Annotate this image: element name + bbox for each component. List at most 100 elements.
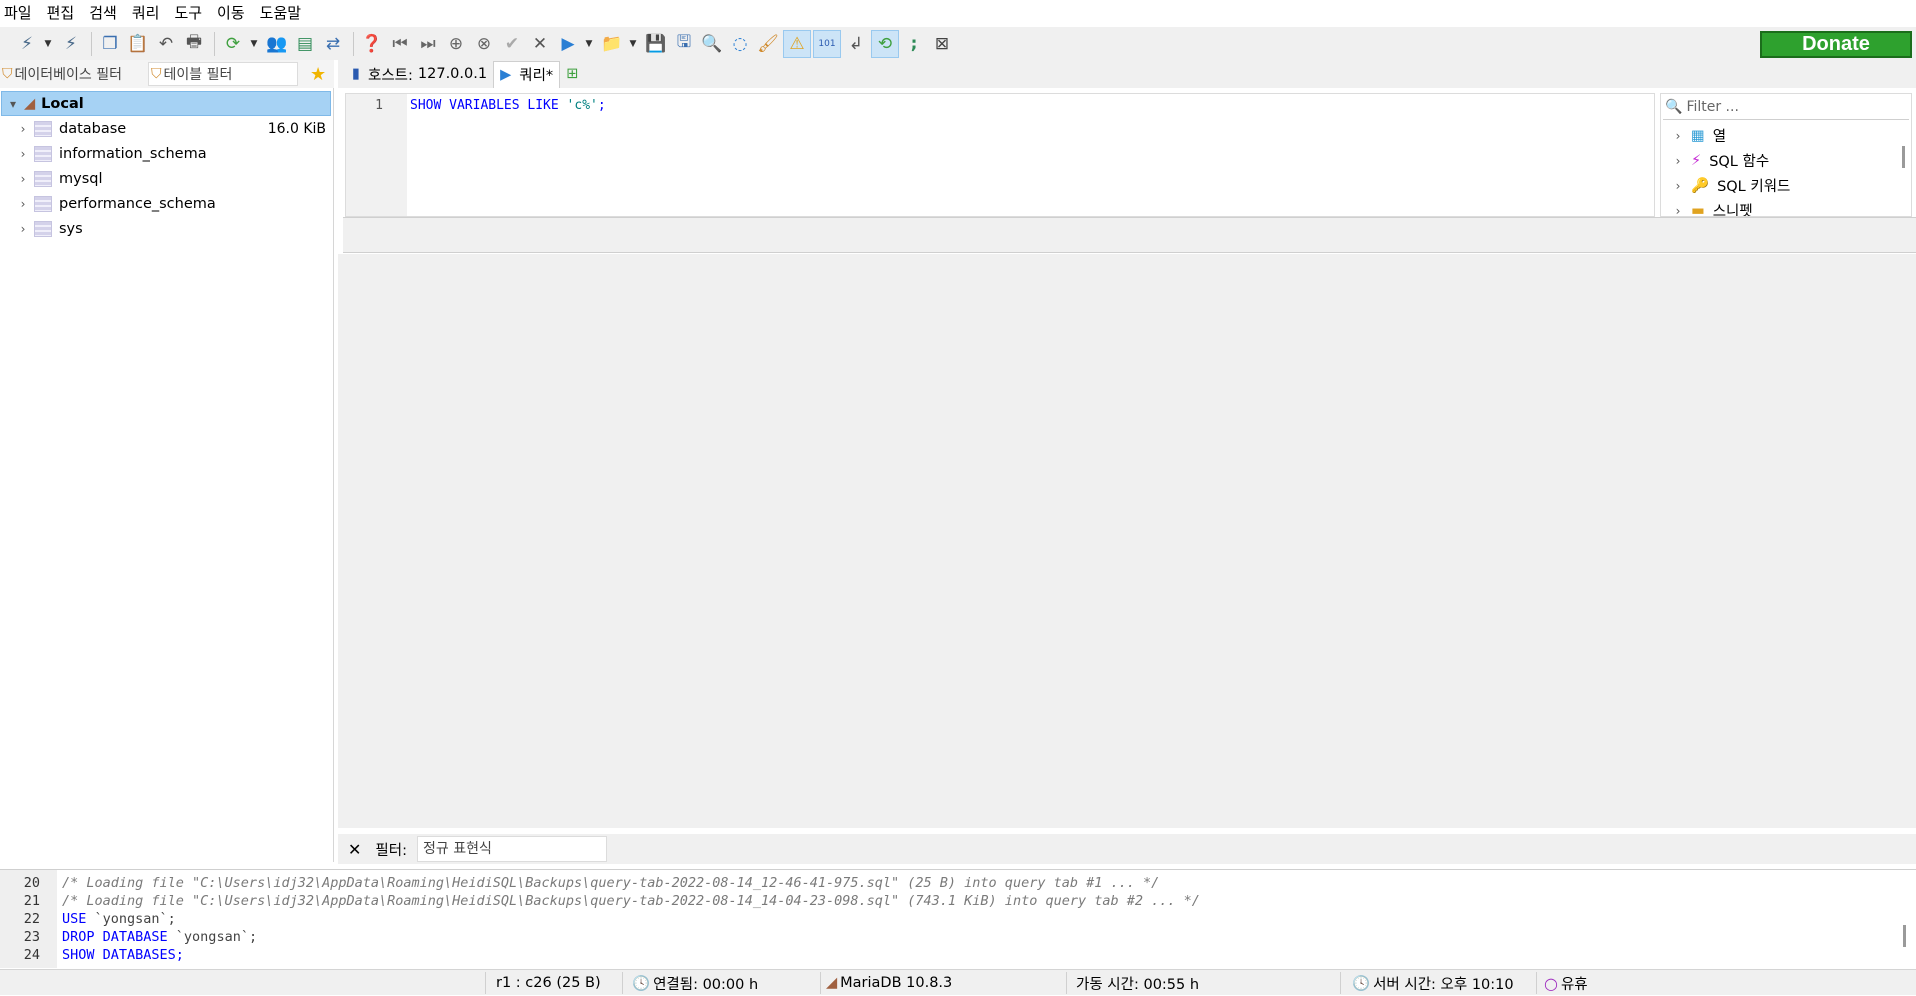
- chevron-right-icon[interactable]: ›: [1671, 204, 1685, 217]
- transfer-icon[interactable]: ⇄: [320, 31, 346, 57]
- tab-query[interactable]: ▶ 쿼리*: [493, 60, 561, 88]
- open-dropdown-icon[interactable]: ▼: [627, 31, 639, 57]
- tree-item-information-schema[interactable]: › information_schema: [0, 141, 334, 166]
- session-dropdown-icon[interactable]: ▼: [42, 31, 54, 57]
- status-separator: [622, 972, 623, 994]
- chevron-right-icon[interactable]: ›: [1671, 179, 1685, 193]
- insert-record-icon[interactable]: ⊕: [443, 31, 469, 57]
- log-keyword: USE: [62, 911, 87, 927]
- reformat-icon[interactable]: 🖌: [755, 31, 781, 57]
- chevron-right-icon[interactable]: ›: [14, 147, 32, 161]
- status-server-time-text: 서버 시간: 오후 10:10: [1373, 976, 1514, 993]
- menu-search[interactable]: 검색: [84, 0, 127, 27]
- menu-goto[interactable]: 이동: [212, 0, 255, 27]
- idle-circle-icon: ○: [1544, 973, 1558, 993]
- paste-icon[interactable]: 📋: [125, 31, 151, 57]
- helper-item-snippets[interactable]: › ▬ 스니펫: [1671, 198, 1753, 217]
- donate-button[interactable]: Donate: [1760, 31, 1912, 58]
- db-filter[interactable]: ⛉ 데이터베이스 필터: [0, 62, 148, 86]
- autorefresh-icon[interactable]: ⟲: [871, 29, 899, 58]
- wrap-icon[interactable]: ↲: [843, 31, 869, 57]
- function-icon: ⚡: [1691, 152, 1702, 169]
- refresh-icon[interactable]: ⟳: [220, 31, 246, 57]
- columns-icon: ▦: [1691, 127, 1705, 144]
- tree-item-database[interactable]: › database 16.0 KiB: [0, 116, 334, 141]
- chevron-down-icon[interactable]: ▾: [4, 97, 22, 111]
- post-record-icon[interactable]: ✔: [499, 31, 525, 57]
- last-record-icon[interactable]: ⏭: [415, 31, 441, 57]
- chevron-right-icon[interactable]: ›: [1671, 129, 1685, 143]
- export-icon[interactable]: ▤: [292, 31, 318, 57]
- helper-filter-input[interactable]: 🔍 Filter ...: [1663, 94, 1909, 120]
- status-separator: [485, 972, 486, 994]
- help-icon[interactable]: ❓: [359, 31, 385, 57]
- tree-item-mysql[interactable]: › mysql: [0, 166, 334, 191]
- run-query-icon[interactable]: ▶: [555, 31, 581, 57]
- semicolon-icon[interactable]: ;: [901, 31, 927, 57]
- chevron-right-icon[interactable]: ›: [14, 172, 32, 186]
- replace-icon[interactable]: ◌: [727, 31, 753, 57]
- table-filter[interactable]: ⛉ 테이블 필터: [148, 62, 298, 86]
- warnings-icon[interactable]: ⚠: [783, 29, 811, 58]
- copy-icon[interactable]: ❐: [97, 31, 123, 57]
- save-icon[interactable]: 💾: [643, 31, 669, 57]
- connection-icon: ◢: [24, 95, 36, 112]
- tree-filters: ⛉ 데이터베이스 필터 ⛉ 테이블 필터 ★: [0, 60, 334, 88]
- database-tree: ▾ ◢ Local › database 16.0 KiB › informat…: [0, 91, 334, 241]
- menu-tools[interactable]: 도구: [169, 0, 212, 27]
- log-line-number: 24: [23, 947, 40, 963]
- toolbar-separator: [214, 31, 215, 56]
- close-tab-icon[interactable]: ⊠: [929, 31, 955, 57]
- status-bar: r1 : c26 (25 B) 🕓 연결됨: 00:00 h ◢ MariaDB…: [0, 969, 1916, 995]
- menu-query[interactable]: 쿼리: [127, 0, 170, 27]
- chevron-right-icon[interactable]: ›: [14, 222, 32, 236]
- disconnect-icon[interactable]: ⚡: [58, 31, 84, 57]
- find-icon[interactable]: 🔍: [699, 31, 725, 57]
- editor-gutter: 1: [346, 94, 407, 216]
- print-icon[interactable]: 🖶: [181, 31, 207, 57]
- first-record-icon[interactable]: ⏮: [387, 31, 413, 57]
- clock-icon: 🕓: [1352, 975, 1371, 992]
- chevron-right-icon[interactable]: ›: [14, 197, 32, 211]
- helper-item-columns[interactable]: › ▦ 열: [1671, 123, 1726, 148]
- tab-new-query[interactable]: ⊞: [560, 61, 584, 87]
- session-manager-icon[interactable]: ⚡: [14, 31, 40, 57]
- refresh-dropdown-icon[interactable]: ▼: [248, 31, 260, 57]
- open-file-icon[interactable]: 📁: [599, 31, 625, 57]
- run-dropdown-icon[interactable]: ▼: [583, 31, 595, 57]
- cancel-record-icon[interactable]: ✕: [527, 31, 553, 57]
- menu-edit[interactable]: 편집: [42, 0, 85, 27]
- helper-scrollbar[interactable]: [1902, 146, 1905, 168]
- editor-results-splitter[interactable]: [343, 217, 1916, 253]
- helper-item-functions[interactable]: › ⚡ SQL 함수: [1671, 148, 1770, 173]
- favorite-star-icon[interactable]: ★: [310, 64, 326, 85]
- menu-file[interactable]: 파일: [0, 0, 42, 27]
- tab-host[interactable]: ▮ 호스트: 127.0.0.1: [346, 61, 493, 87]
- tree-item-sys[interactable]: › sys: [0, 216, 334, 241]
- log-scrollbar[interactable]: [1903, 925, 1906, 947]
- folder-icon: ▬: [1691, 202, 1705, 217]
- chevron-right-icon[interactable]: ›: [14, 122, 32, 136]
- save-as-snippet-icon[interactable]: 🖫: [671, 31, 697, 57]
- log-text: `yongsan`;: [86, 911, 176, 927]
- binary-icon[interactable]: 101: [813, 29, 841, 58]
- db-filter-placeholder: 데이터베이스 필터: [14, 67, 123, 83]
- helper-item-label: SQL 함수: [1709, 154, 1770, 170]
- log-line-number: 22: [23, 911, 40, 927]
- line-number: 1: [375, 98, 383, 113]
- tree-item-performance-schema[interactable]: › performance_schema: [0, 191, 334, 216]
- chevron-right-icon[interactable]: ›: [1671, 154, 1685, 168]
- user-manager-icon[interactable]: 👥: [264, 31, 290, 57]
- log-line-number: 20: [23, 875, 40, 891]
- delete-record-icon[interactable]: ⊗: [471, 31, 497, 57]
- menu-help[interactable]: 도움말: [255, 0, 311, 27]
- helper-item-keywords[interactable]: › 🔑 SQL 키워드: [1671, 173, 1791, 198]
- status-separator: [1340, 972, 1341, 994]
- sql-editor[interactable]: 1 SHOW VARIABLES LIKE 'c%';: [345, 93, 1655, 217]
- tree-root-local[interactable]: ▾ ◢ Local: [1, 91, 331, 116]
- regex-filter-input[interactable]: 정규 표현식: [416, 836, 607, 862]
- close-icon[interactable]: ✕: [348, 840, 361, 859]
- sql-log[interactable]: 20 /* Loading file "C:\Users\idj32\AppDa…: [0, 869, 1916, 969]
- editor-code[interactable]: SHOW VARIABLES LIKE 'c%';: [410, 98, 606, 113]
- undo-icon[interactable]: ↶: [153, 31, 179, 57]
